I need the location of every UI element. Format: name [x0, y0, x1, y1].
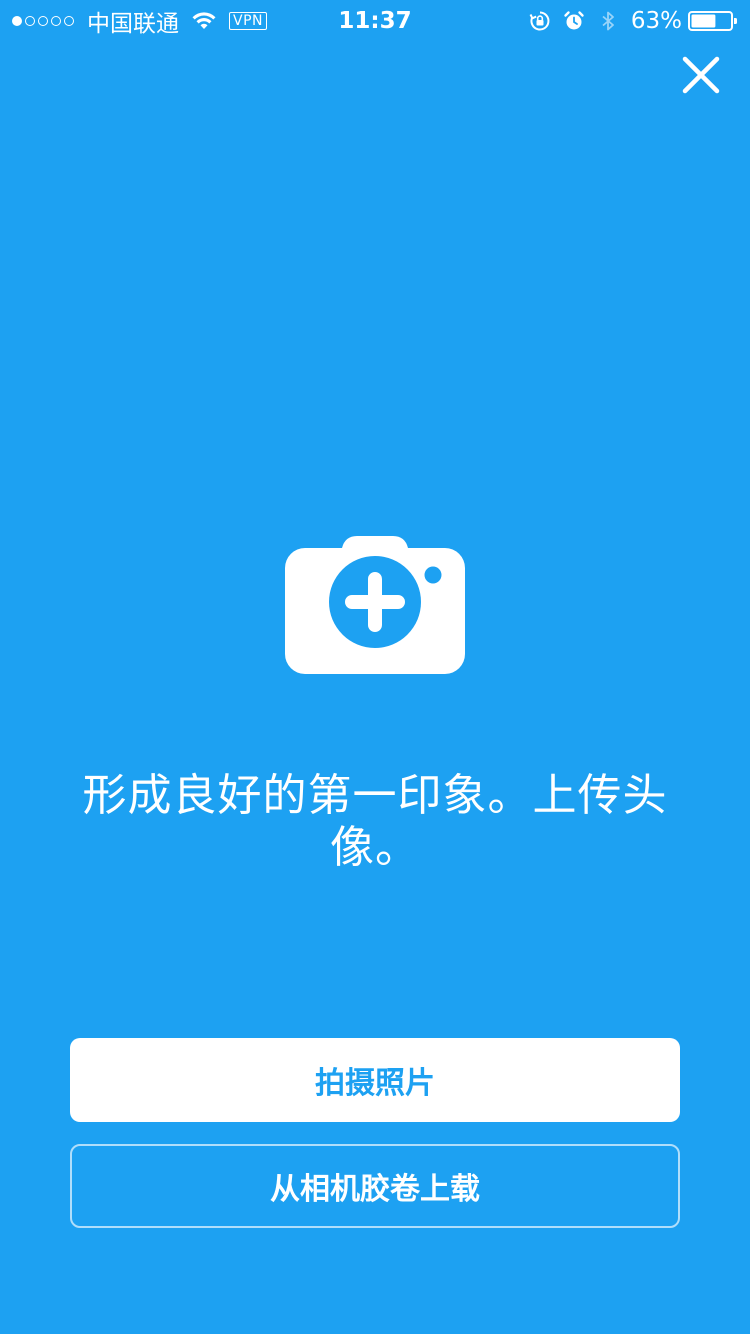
headline: 形成良好的第一印象。上传头像。: [82, 770, 668, 873]
close-button[interactable]: [670, 44, 732, 106]
rotation-lock-icon: [529, 11, 550, 31]
close-icon: [682, 56, 720, 94]
battery-percentage: 63%: [630, 8, 682, 34]
carrier-name: 中国联通: [87, 11, 179, 37]
battery-icon: [688, 11, 737, 31]
signal-strength-icon: [12, 16, 77, 26]
take-photo-button[interactable]: 拍摄照片: [70, 1038, 680, 1122]
status-left: 中国联通 VPN: [12, 6, 267, 37]
bluetooth-icon: [602, 11, 614, 31]
upload-from-camera-roll-label: 从相机胶卷上载: [270, 1172, 480, 1207]
wifi-icon: [192, 12, 216, 29]
take-photo-label: 拍摄照片: [315, 1066, 435, 1101]
vpn-badge: VPN: [229, 12, 267, 30]
upload-from-camera-roll-button[interactable]: 从相机胶卷上载: [70, 1144, 680, 1228]
camera-plus-icon: [285, 536, 465, 674]
status-bar: 中国联通 VPN 11:37 63%: [0, 0, 750, 40]
status-right: 63%: [517, 6, 738, 36]
avatar-upload-screen: 中国联通 VPN 11:37 63% 形成良好的第一印象。上传头像。 拍摄照片 …: [0, 0, 750, 1334]
alarm-icon: [564, 11, 584, 30]
